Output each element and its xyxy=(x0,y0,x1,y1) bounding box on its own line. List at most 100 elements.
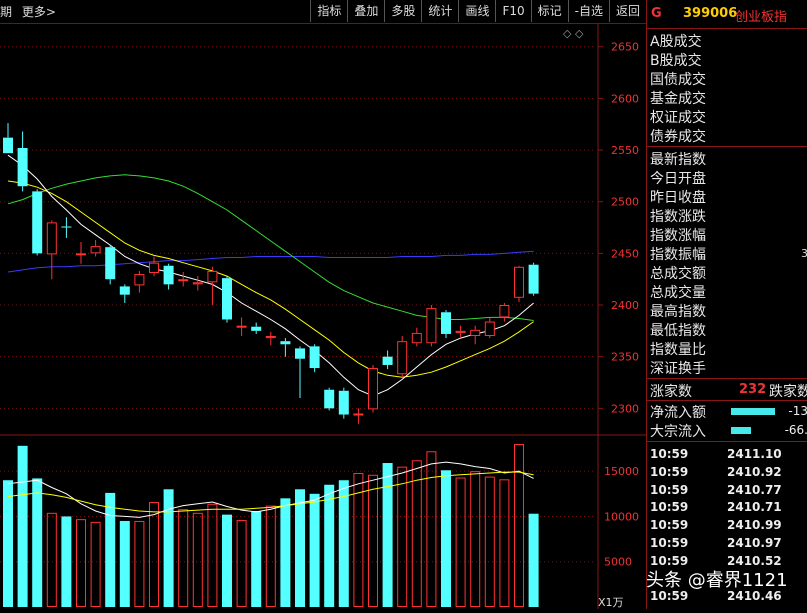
tick-price: 2410.71 xyxy=(727,500,782,514)
statistics-button[interactable]: 统计 xyxy=(421,0,458,22)
overlay-button[interactable]: 叠加 xyxy=(347,0,384,22)
draw-line-button[interactable]: 画线 xyxy=(458,0,495,22)
price-tick-label: 2450 xyxy=(611,247,639,260)
volume-bar xyxy=(251,511,262,607)
multi-stock-button[interactable]: 多股 xyxy=(384,0,421,22)
candle-body xyxy=(426,308,437,344)
volume-bar xyxy=(528,513,539,607)
today-open-label: 今日开盘 xyxy=(650,171,706,187)
volume-tick-label: 10000 xyxy=(604,510,639,523)
turnover-bond-label: 国债成交 xyxy=(650,72,706,88)
kline-chart[interactable]: ◇ ◇ 2650 2600 2550 2500 2450 2400 2350 2300 150… xyxy=(0,24,646,609)
high-index-label: 最高指数 xyxy=(650,304,706,320)
low-index-label: 最低指数 xyxy=(650,323,706,339)
ma-line-blue xyxy=(7,250,534,273)
divider xyxy=(647,146,807,147)
candle-body xyxy=(265,336,276,339)
volume-bar xyxy=(236,520,247,608)
volume-bar xyxy=(149,501,159,608)
candle-body xyxy=(484,321,495,337)
total-volume-label: 总成交量 xyxy=(650,285,706,301)
volume-bar xyxy=(426,451,437,607)
volume-bar xyxy=(441,470,451,607)
volume-bar xyxy=(411,460,422,607)
volume-bar xyxy=(368,474,378,607)
candle-body xyxy=(149,262,159,273)
volume-bar xyxy=(338,480,349,607)
candle-body xyxy=(178,279,189,282)
volume-bar xyxy=(61,516,72,607)
candle-body xyxy=(207,270,218,283)
corner-diamond-icon[interactable]: ◇ ◇ xyxy=(563,27,584,40)
volume-bar xyxy=(309,493,320,607)
remove-watchlist-button[interactable]: -自选 xyxy=(567,0,609,22)
tick-price: 2410.92 xyxy=(727,465,782,479)
price-tick-label: 2550 xyxy=(611,144,639,157)
candle-body xyxy=(499,305,510,318)
volume-bar xyxy=(46,512,57,608)
candle-body xyxy=(105,247,116,280)
volume-bar xyxy=(32,478,43,607)
indicator-button[interactable]: 指标 xyxy=(310,0,347,22)
prev-close-label: 昨日收盘 xyxy=(650,190,706,206)
rise-count-value: 232 xyxy=(739,382,767,397)
period-label[interactable]: 期 xyxy=(0,5,12,19)
back-button[interactable]: 返回 xyxy=(608,0,646,22)
chart-area[interactable]: ◇ ◇ 2650 2600 2550 2500 2450 2400 2350 2300 150… xyxy=(0,24,646,609)
candle-body xyxy=(46,222,57,255)
volume-bar xyxy=(324,484,335,607)
toolbar-buttons: 指标 叠加 多股 统计 画线 F10 标记 -自选 返回 xyxy=(310,0,646,23)
net-inflow-value: -13 xyxy=(788,404,807,418)
volume-bar xyxy=(222,514,232,607)
more-menu[interactable]: 更多> xyxy=(22,5,56,19)
candle-body xyxy=(353,413,364,416)
candle-body xyxy=(280,341,291,345)
volume-ratio-label: 指数量比 xyxy=(650,342,706,358)
candle-body xyxy=(295,348,305,359)
mark-button[interactable]: 标记 xyxy=(530,0,568,22)
candle-body xyxy=(251,326,262,331)
price-tick-label: 2300 xyxy=(611,402,639,415)
net-inflow-bar xyxy=(731,408,775,415)
candle-body xyxy=(76,253,86,256)
tick-price: 2410.99 xyxy=(727,518,782,532)
amplitude-value: 3 xyxy=(801,247,807,260)
turnover-a-label: A股成交 xyxy=(650,34,702,50)
price-tick-label: 2400 xyxy=(611,299,639,312)
volume-tick-label: 5000 xyxy=(604,556,632,569)
candle-body xyxy=(441,312,451,334)
divider xyxy=(647,378,807,379)
volume-unit-label: X1万 xyxy=(598,596,624,609)
divider xyxy=(647,400,807,401)
volume-tick-label: 15000 xyxy=(604,465,639,478)
volume-bar xyxy=(514,444,524,607)
volume-bar xyxy=(17,445,28,607)
volume-ma-line-white xyxy=(7,461,534,518)
tick-price: 2411.10 xyxy=(727,447,782,461)
candle-body xyxy=(163,265,174,285)
change-pct-label: 指数涨幅 xyxy=(650,228,706,244)
price-tick-label: 2650 xyxy=(611,41,639,54)
volume-bar xyxy=(134,520,145,608)
f10-button[interactable]: F10 xyxy=(495,0,530,22)
rise-count-label: 涨家数 xyxy=(650,384,692,400)
candle-body xyxy=(192,282,203,285)
volume-bar xyxy=(105,492,116,607)
candle-body xyxy=(382,356,393,365)
stock-name[interactable]: 创业板指 xyxy=(735,6,787,25)
candle-body xyxy=(397,341,408,375)
quote-panel: G 399006 创业板指 A股成交 B股成交 国债成交 基金成交 权证成交 债… xyxy=(646,0,807,609)
candle-body xyxy=(222,278,232,320)
ma-line-yellow xyxy=(7,180,534,378)
candle-body xyxy=(236,325,247,328)
tick-time: 10:59 xyxy=(650,483,689,497)
tick-time: 10:59 xyxy=(650,447,689,461)
stock-code[interactable]: 399006 xyxy=(683,6,737,21)
amplitude-label: 指数振幅 xyxy=(650,247,706,263)
block-inflow-value: -66. xyxy=(784,423,807,437)
turnover-rate-label: 深证换手 xyxy=(650,361,706,377)
turnover-warrant-label: 权证成交 xyxy=(650,110,706,126)
turnover-b-label: B股成交 xyxy=(650,53,702,69)
price-tick-label: 2350 xyxy=(611,351,639,364)
tick-price: 2410.77 xyxy=(727,483,782,497)
